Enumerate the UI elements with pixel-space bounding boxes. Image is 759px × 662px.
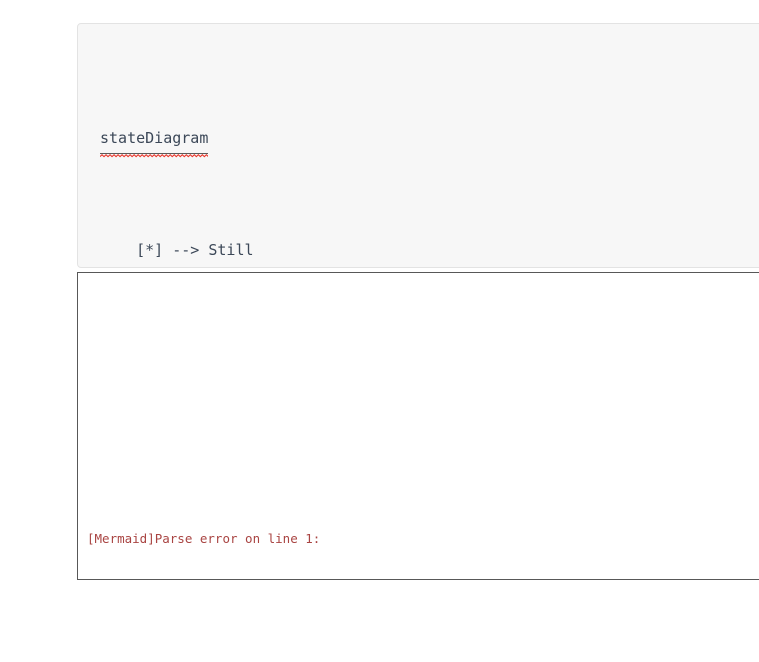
code-line-keyword: stateDiagram [100, 124, 759, 158]
mermaid-code-editor[interactable]: stateDiagram [*] --> Still Still --> [*]… [77, 23, 759, 268]
mermaid-live-editor-root: stateDiagram [*] --> Still Still --> [*]… [0, 0, 759, 662]
mermaid-preview-panel[interactable]: [Mermaid]Parse error on line 1: stateDia… [77, 272, 759, 580]
code-line: [*] --> Still [100, 241, 254, 259]
editor-code-area[interactable]: stateDiagram [*] --> Still Still --> [*]… [78, 24, 759, 267]
parse-error-message: [Mermaid]Parse error on line 1: stateDia… [87, 481, 759, 579]
misspelled-keyword[interactable]: stateDiagram [100, 124, 209, 158]
diagram-render-area [78, 273, 759, 473]
error-heading: [Mermaid]Parse error on line 1: [87, 531, 321, 546]
spellcheck-squiggle-icon [100, 153, 209, 158]
